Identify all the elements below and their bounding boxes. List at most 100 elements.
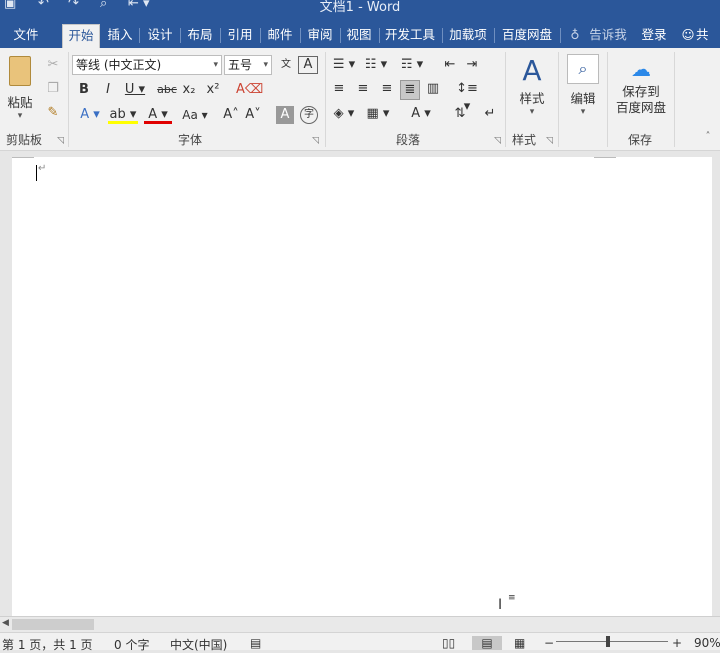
login-link[interactable]: 登录	[636, 22, 672, 48]
format-painter-icon[interactable]: ✎	[44, 104, 62, 122]
document-page[interactable]: ↵ I ≡	[12, 157, 712, 616]
tab-file[interactable]: 文件	[0, 22, 52, 48]
tab-insert[interactable]: 插入	[102, 22, 138, 48]
read-mode-icon[interactable]: ▯▯	[442, 636, 455, 650]
paste-dropdown-icon[interactable]: ▾	[4, 111, 36, 121]
align-left-icon[interactable]: ≡	[330, 80, 348, 98]
bold-icon[interactable]: B	[76, 81, 92, 99]
tab-baidu-netdisk[interactable]: 百度网盘	[496, 22, 558, 48]
tab-view[interactable]: 视图	[341, 22, 377, 48]
paragraph-launcher-icon[interactable]: ◹	[494, 136, 501, 146]
font-size-combo[interactable]: 五号 ▾	[224, 55, 272, 75]
text-effects-icon[interactable]: A ▾	[76, 106, 104, 124]
tab-review[interactable]: 审阅	[302, 22, 338, 48]
save-to-label-line2: 百度网盘	[615, 100, 666, 115]
collapse-ribbon-icon[interactable]: ˄	[700, 128, 716, 146]
window-title: 文档1 - Word	[319, 0, 401, 15]
status-bar: 第 1 页，共 1 页 0 个字 中文(中国) ▤ ▯▯ ▤ ▦ − + 90%	[0, 632, 720, 653]
cut-icon[interactable]: ✂	[44, 56, 62, 74]
paragraph-group-label: 段落	[395, 133, 420, 147]
title-bar: ▣ ↶ ↷ ⌕ ⇤ ▾ 文档1 - Word	[0, 0, 720, 22]
zoom-out-icon[interactable]: −	[544, 636, 554, 650]
zoom-level[interactable]: 90%	[694, 636, 720, 650]
font-group-label: 字体	[177, 133, 202, 147]
margin-mark-left	[12, 157, 34, 158]
font-name-combo[interactable]: 等线 (中文正文) ▾	[72, 55, 222, 75]
tell-me-search[interactable]: 告诉我	[584, 22, 632, 48]
document-area: ↵ I ≡	[0, 151, 720, 616]
align-right-icon[interactable]: ≡	[378, 80, 396, 98]
zoom-slider[interactable]	[556, 636, 668, 647]
horizontal-scrollbar[interactable]: ◀	[0, 616, 720, 632]
editing-button[interactable]: ⌕ 编辑 ▾	[562, 54, 604, 124]
tab-references[interactable]: 引用	[222, 22, 258, 48]
clipboard-launcher-icon[interactable]: ◹	[57, 136, 64, 146]
ribbon-tab-bar: 文件 开始 插入 设计 布局 引用 邮件 审阅 视图 开发工具 加载项 百度网盘…	[0, 22, 720, 68]
scroll-left-icon[interactable]: ◀	[2, 618, 9, 628]
styles-dropdown-icon[interactable]: ▾	[510, 107, 554, 117]
sort-icon[interactable]: ⇅	[450, 105, 470, 123]
copy-icon[interactable]: ❐	[44, 80, 62, 98]
increase-indent-icon[interactable]: ⇥	[462, 56, 482, 74]
page-count[interactable]: 第 1 页，共 1 页	[2, 636, 93, 653]
tab-developer[interactable]: 开发工具	[380, 22, 440, 48]
grow-font-icon[interactable]: A˄	[222, 106, 240, 124]
save-to-label-line1: 保存到	[622, 84, 660, 99]
tab-addins[interactable]: 加载项	[444, 22, 492, 48]
tab-mailings[interactable]: 邮件	[262, 22, 298, 48]
tab-layout[interactable]: 布局	[182, 22, 218, 48]
chinese-layout-icon[interactable]: A ▾	[406, 105, 436, 123]
character-shading-icon[interactable]: A	[276, 106, 294, 124]
show-formatting-icon[interactable]: ↵	[480, 105, 500, 123]
scrollbar-thumb[interactable]	[12, 619, 94, 630]
editing-button-label: 编辑	[570, 91, 596, 106]
search-icon: ⌕	[567, 54, 599, 84]
styles-button-label: 样式	[519, 91, 545, 106]
styles-button[interactable]: A 样式 ▾	[510, 54, 554, 124]
change-case-icon[interactable]: Aa ▾	[178, 106, 212, 124]
styles-launcher-icon[interactable]: ◹	[546, 136, 553, 146]
chevron-down-icon: ▾	[263, 60, 268, 70]
clear-formatting-icon[interactable]: A⌫	[236, 81, 263, 99]
web-layout-icon[interactable]: ▦	[514, 636, 525, 650]
tab-design[interactable]: 设计	[142, 22, 178, 48]
italic-icon[interactable]: I	[100, 81, 116, 99]
language-indicator[interactable]: 中文(中国)	[170, 636, 227, 653]
save-to-baidu-button[interactable]: ☁ 保存到 百度网盘	[610, 54, 672, 124]
chevron-down-icon: ▾	[213, 60, 218, 70]
justify-icon[interactable]: ≣	[400, 80, 420, 100]
paste-label: 粘贴	[7, 95, 33, 110]
share-button[interactable]: 共享	[696, 22, 720, 68]
distributed-icon[interactable]: ▥	[424, 80, 442, 98]
bullets-icon[interactable]: ☰ ▾	[330, 56, 358, 74]
enclose-characters-icon[interactable]: 字	[300, 106, 318, 124]
align-center-icon[interactable]: ≡	[354, 80, 372, 98]
lightbulb-icon: ♁	[570, 27, 580, 42]
zoom-in-icon[interactable]: +	[672, 636, 682, 650]
superscript-icon[interactable]: x²	[204, 81, 222, 99]
underline-icon[interactable]: U ▾	[122, 81, 148, 99]
font-color-icon[interactable]: A ▾	[144, 106, 172, 124]
font-launcher-icon[interactable]: ◹	[312, 136, 319, 146]
strikethrough-icon[interactable]: abc	[156, 81, 178, 99]
shrink-font-icon[interactable]: A˅	[244, 106, 262, 124]
subscript-icon[interactable]: x₂	[180, 81, 198, 99]
word-count[interactable]: 0 个字	[114, 636, 149, 653]
borders-icon[interactable]: ▦ ▾	[364, 105, 392, 123]
click-and-type-icon: ≡	[508, 593, 516, 603]
paste-button[interactable]: 粘贴 ▾	[4, 54, 36, 124]
phonetic-guide-icon[interactable]: 文	[276, 56, 296, 74]
editing-dropdown-icon[interactable]: ▾	[562, 107, 604, 117]
character-border-icon[interactable]: A	[298, 56, 318, 74]
numbering-icon[interactable]: ☷ ▾	[362, 56, 390, 74]
macro-record-icon[interactable]: ▤	[250, 636, 261, 650]
user-icon: ☺	[681, 27, 695, 42]
shading-icon[interactable]: ◈ ▾	[330, 105, 358, 123]
zoom-slider-thumb[interactable]	[606, 636, 610, 647]
print-layout-icon[interactable]: ▤	[472, 636, 502, 650]
clipboard-icon	[9, 56, 31, 86]
tab-home[interactable]: 开始	[62, 24, 100, 48]
decrease-indent-icon[interactable]: ⇤	[440, 56, 460, 74]
highlight-icon[interactable]: ab ▾	[108, 106, 138, 124]
multilevel-list-icon[interactable]: ☶ ▾	[398, 56, 426, 74]
